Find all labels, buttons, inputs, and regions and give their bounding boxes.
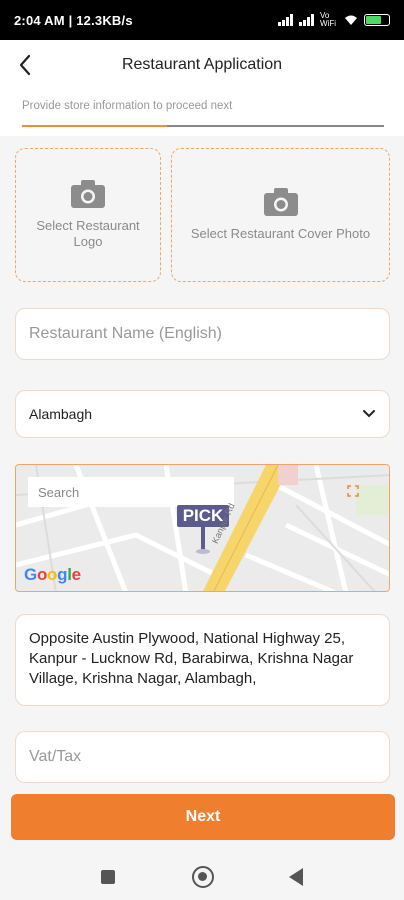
progress-track [22, 125, 384, 127]
map-pin-base [196, 549, 210, 554]
system-back-icon[interactable] [289, 868, 303, 886]
google-logo: Google [24, 565, 81, 584]
volte-label: Vo WiFi [320, 11, 336, 28]
vat-tax-input[interactable]: Vat/Tax [15, 731, 390, 783]
signal-icon-2 [299, 14, 314, 26]
select-cover-label: Select Restaurant Cover Photo [190, 226, 371, 241]
progress-section: Provide store information to proceed nex… [0, 90, 404, 136]
restaurant-name-input[interactable]: Restaurant Name (English) [15, 308, 390, 360]
back-arrow-icon[interactable] [14, 53, 38, 77]
map-search-placeholder: Search [38, 484, 80, 500]
next-button[interactable]: Next [11, 794, 395, 840]
home-icon[interactable] [192, 866, 214, 888]
progress-fill [22, 125, 167, 127]
status-time-network: 2:04 AM | 12.3KB/s [14, 12, 133, 28]
app-header: Restaurant Application [0, 40, 404, 90]
camera-icon [71, 180, 105, 208]
wifi-icon [345, 15, 357, 25]
chevron-down-icon [363, 410, 375, 418]
map-pin-stem [201, 525, 205, 551]
city-dropdown[interactable]: Alambagh [15, 390, 390, 438]
recents-icon[interactable] [101, 870, 115, 884]
page-title: Restaurant Application [121, 56, 283, 73]
address-value: Opposite Austin Plywood, National Highwa… [29, 630, 354, 687]
select-cover-photo-button[interactable]: Select Restaurant Cover Photo [171, 148, 390, 282]
address-textarea[interactable]: Opposite Austin Plywood, National Highwa… [15, 614, 390, 706]
vat-tax-placeholder: Vat/Tax [29, 748, 82, 765]
battery-icon [364, 14, 390, 26]
progress-text: Provide store information to proceed nex… [22, 100, 233, 112]
status-icons: Vo WiFi [278, 12, 390, 28]
restaurant-name-placeholder: Restaurant Name (English) [29, 325, 222, 342]
city-value: Alambagh [29, 406, 93, 422]
camera-icon [263, 188, 298, 216]
system-nav-bar [0, 850, 404, 900]
fullscreen-icon[interactable] [347, 485, 359, 497]
select-logo-label: Select Restaurant Logo [36, 218, 140, 249]
status-bar: 2:04 AM | 12.3KB/s Vo WiFi [0, 0, 404, 40]
location-map[interactable]: Search PICK Kanpur Rd Google [15, 464, 390, 592]
signal-icon [278, 14, 293, 26]
map-search-input[interactable]: Search [28, 477, 234, 507]
select-logo-button[interactable]: Select Restaurant Logo [15, 148, 161, 282]
